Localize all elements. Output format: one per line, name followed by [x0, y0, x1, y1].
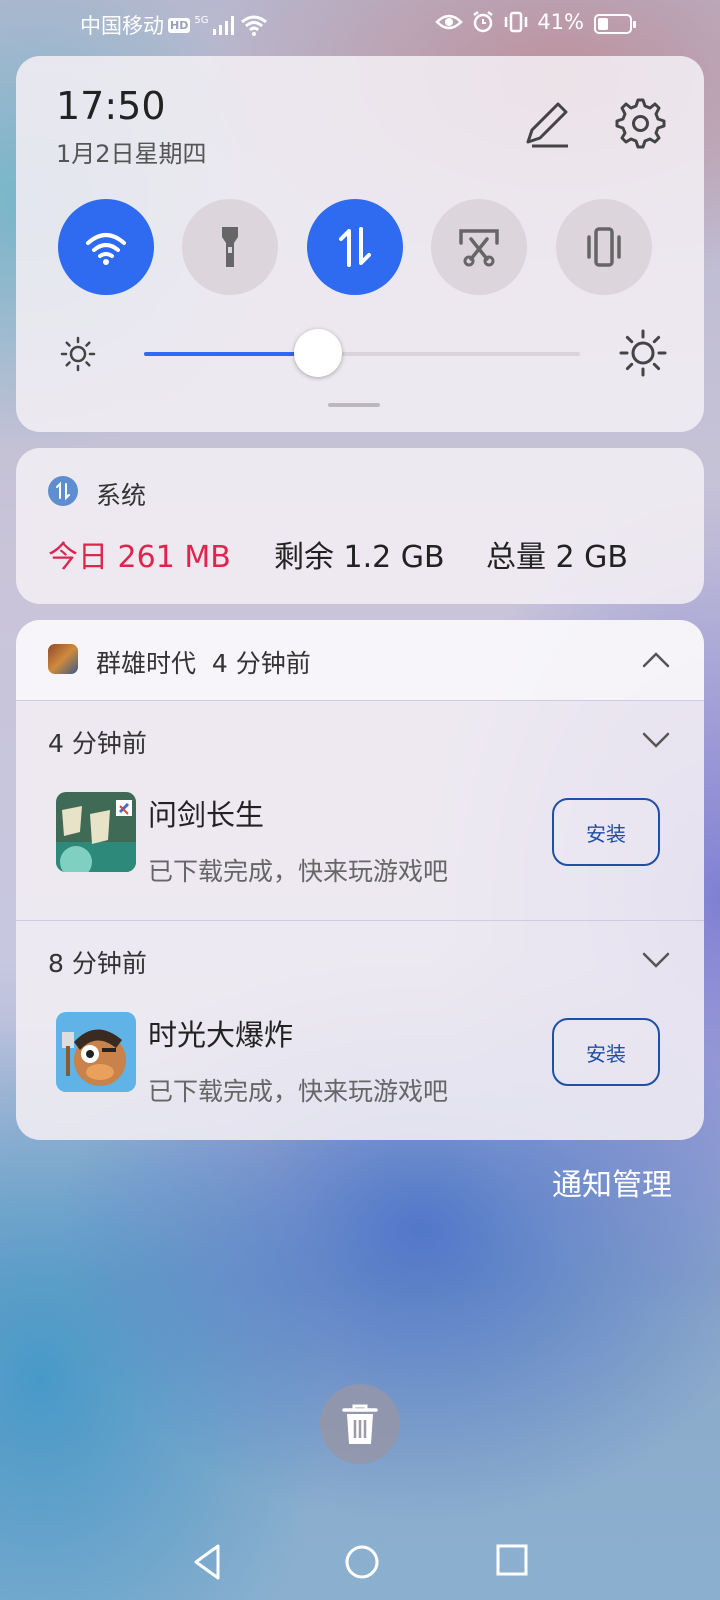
- settings-gear-icon[interactable]: [610, 94, 666, 150]
- home-icon[interactable]: [342, 1542, 382, 1582]
- game-icon-shiguang: [56, 1012, 136, 1092]
- panel-drag-handle[interactable]: [328, 403, 380, 407]
- game-description: 已下载完成，快来玩游戏吧: [148, 857, 449, 886]
- data-usage-card[interactable]: 系统 今日 261 MB 剩余 1.2 GB 总量 2 GB: [16, 448, 704, 604]
- notification-item[interactable]: 8 分钟前 时光大爆炸 已下载完成，快来玩游戏吧 安装: [16, 920, 704, 1140]
- notification-item[interactable]: 4 分钟前 问剑长生 已下载完成，快来玩游戏吧 安装: [16, 700, 704, 920]
- mobile-data-icon: [339, 227, 371, 267]
- status-bar-left: 中国移动 HD 5G: [80, 10, 268, 40]
- notification-manage-link[interactable]: 通知管理: [552, 1160, 672, 1204]
- vibrate-icon: [587, 227, 621, 267]
- wifi-icon: [86, 233, 126, 265]
- game-description: 已下载完成，快来玩游戏吧: [148, 1077, 449, 1106]
- hd-badge: HD: [168, 17, 191, 33]
- wifi-status-icon: [241, 15, 268, 36]
- status-bar: 中国移动 HD 5G 41%: [0, 0, 720, 48]
- game-title: 问剑长生: [148, 798, 265, 832]
- battery-percent: 41%: [537, 10, 584, 34]
- game-title: 时光大爆炸: [148, 1018, 294, 1052]
- chevron-up-icon[interactable]: [636, 640, 676, 680]
- mobile-data-small-icon: [48, 476, 78, 506]
- brightness-slider-fill: [144, 352, 319, 356]
- notification-group: 群雄时代 4 分钟前 4 分钟前 问剑长生 已下载完成，快来玩游戏吧 安装 8 …: [16, 620, 704, 1140]
- notification-group-header[interactable]: 群雄时代 4 分钟前: [16, 620, 704, 700]
- data-today: 今日 261 MB: [48, 540, 231, 575]
- edit-pencil-icon[interactable]: [520, 96, 576, 152]
- battery-fill: [598, 18, 608, 30]
- scissors-screenshot-icon: [459, 229, 499, 267]
- notification-app-name: 群雄时代 4 分钟前: [96, 649, 311, 678]
- app-icon-qunxiong: [48, 644, 78, 674]
- clear-all-button[interactable]: [320, 1384, 400, 1464]
- alarm-icon: [473, 11, 494, 33]
- data-usage-title: 系统: [96, 481, 147, 510]
- screenshot-toggle[interactable]: [431, 199, 527, 295]
- status-bar-right: 41%: [435, 10, 584, 34]
- brightness-low-icon: [60, 336, 96, 372]
- game-icon-wenjian: [56, 792, 136, 872]
- chevron-down-icon[interactable]: [636, 720, 676, 760]
- clock-date[interactable]: 1月2日星期四: [56, 134, 207, 169]
- flashlight-toggle[interactable]: [182, 199, 278, 295]
- install-button[interactable]: 安装: [552, 1018, 660, 1086]
- mobile-data-toggle[interactable]: [307, 199, 403, 295]
- signal-icon: [213, 16, 235, 35]
- brightness-slider-thumb[interactable]: [294, 329, 343, 377]
- flashlight-icon: [222, 227, 238, 267]
- clock-time[interactable]: 17:50: [56, 84, 166, 128]
- back-icon[interactable]: [188, 1540, 228, 1584]
- brightness-high-icon: [619, 329, 667, 377]
- wifi-toggle[interactable]: [58, 199, 154, 295]
- vibrate-status-icon: [505, 11, 528, 33]
- quick-settings-panel: 17:50 1月2日星期四: [16, 56, 704, 432]
- network-type: 5G: [194, 15, 209, 26]
- vibrate-toggle[interactable]: [556, 199, 652, 295]
- carrier-label: 中国移动: [80, 14, 164, 38]
- data-total: 总量 2 GB: [486, 540, 628, 575]
- chevron-down-icon[interactable]: [636, 940, 676, 980]
- notification-time: 8 分钟前: [48, 949, 147, 978]
- battery-icon: [594, 14, 636, 34]
- notification-time: 4 分钟前: [48, 729, 147, 758]
- eye-icon: [435, 14, 464, 30]
- trash-icon: [342, 1404, 378, 1444]
- navigation-bar: [0, 1530, 720, 1600]
- brightness-slider[interactable]: [144, 329, 580, 377]
- recent-apps-icon[interactable]: [494, 1542, 530, 1578]
- data-remaining: 剩余 1.2 GB: [274, 540, 445, 575]
- install-button[interactable]: 安装: [552, 798, 660, 866]
